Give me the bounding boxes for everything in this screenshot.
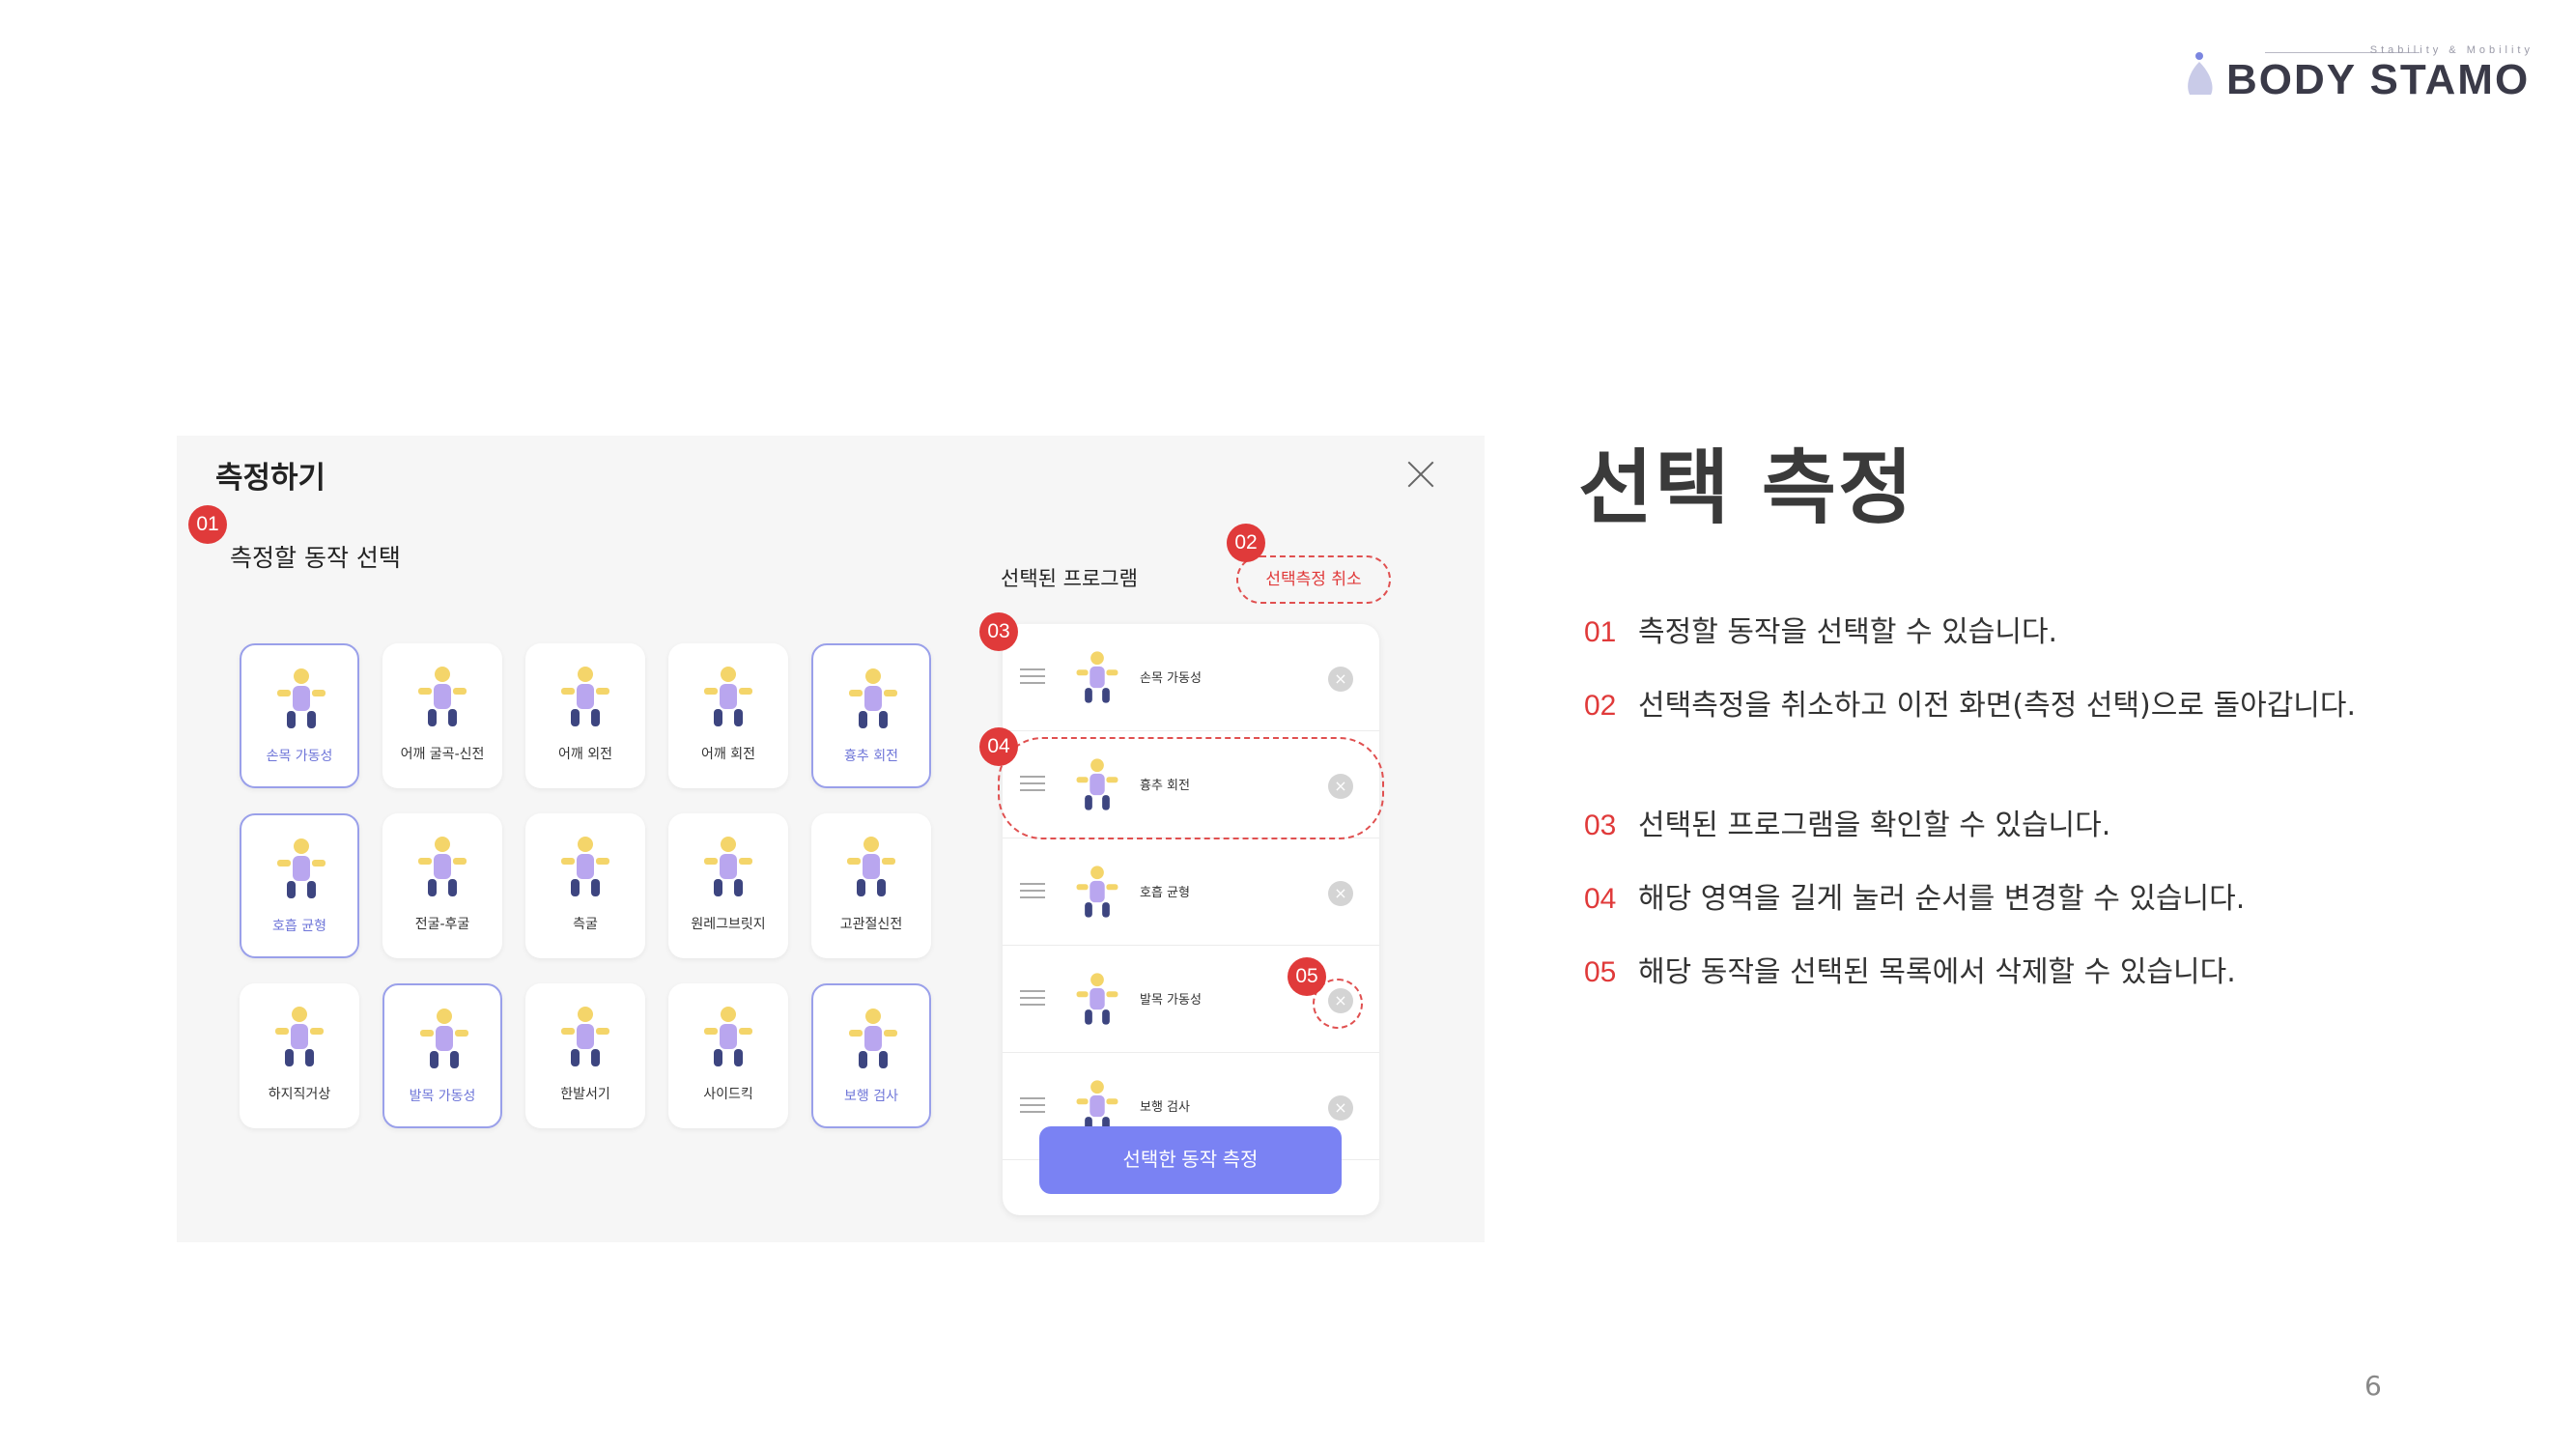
body-stamo-logo: Stability & Mobility BODY STAMO [2178,37,2545,104]
logo-wordmark: BODY STAMO [2226,56,2531,103]
description-text: 해당 영역을 길게 눌러 순서를 변경할 수 있습니다. [1638,882,2246,916]
delete-icon[interactable]: × [1328,881,1353,906]
program-item[interactable]: 손목 가동성 × [1003,624,1379,731]
page-number: 6 [2364,1370,2382,1402]
exercise-figure-icon [277,668,326,728]
logo-tagline: Stability & Mobility [2369,44,2534,56]
program-item-label: 발목 가동성 [1140,993,1202,1008]
exercise-card[interactable]: 고관절신전 [811,813,931,958]
description-number: 02 [1584,690,1617,722]
selected-program-list: 손목 가동성 × 흉추 회전 × 호흡 균형 × 발목 가동성 × 보행 검사 × 선택한 동작 측… [1003,624,1379,1215]
delete-icon[interactable]: × [1328,667,1353,692]
exercise-card[interactable]: 호흡 균형 [240,813,359,958]
exercise-label: 원레그브릿지 [691,917,766,932]
description-04: 04 해당 영역을 길게 눌러 순서를 변경할 수 있습니다. [1584,877,2357,922]
measure-dialog: 측정하기 01 측정할 동작 선택 손목 가동성 어깨 굴곡-신전 어깨 외전 어깨 … [177,436,1485,1242]
description-text: 선택측정을 취소하고 이전 화면(측정 선택)으로 돌아갑니다. [1638,689,2357,723]
section-title: 측정할 동작 선택 [230,544,401,572]
exercise-card[interactable]: 어깨 외전 [525,643,645,788]
description-number: 04 [1584,883,1617,915]
exercise-figure-icon [561,837,609,896]
cancel-selection-button[interactable]: 선택측정 취소 [1236,555,1391,604]
badge-01: 01 [188,505,227,544]
exercise-label: 어깨 외전 [558,747,612,762]
exercise-figure-icon [704,1007,752,1066]
program-title: 선택된 프로그램 [1001,567,1138,590]
exercise-figure-icon [275,1007,324,1066]
exercise-label: 보행 검사 [844,1089,898,1104]
exercise-card[interactable]: 원레그브릿지 [668,813,788,958]
exercise-card[interactable]: 사이드킥 [668,983,788,1128]
exercise-card[interactable]: 하지직거상 [240,983,359,1128]
description-number: 05 [1584,956,1617,988]
exercise-label: 어깨 회전 [701,747,755,762]
measure-selected-button[interactable]: 선택한 동작 측정 [1039,1126,1342,1194]
exercise-label: 전굴-후굴 [414,917,470,932]
exercise-card[interactable]: 흉추 회전 [811,643,931,788]
description-text: 해당 동작을 선택된 목록에서 삭제할 수 있습니다. [1638,955,2236,989]
badge-04: 04 [979,727,1018,766]
exercise-figure-icon [418,837,467,896]
description-01: 01 측정할 동작을 선택할 수 있습니다. [1584,611,2357,655]
badge-05: 05 [1288,957,1326,996]
description-text: 측정할 동작을 선택할 수 있습니다. [1638,615,2058,649]
program-item-label: 보행 검사 [1140,1100,1190,1115]
dialog-title: 측정하기 [215,461,326,496]
badge-02: 02 [1227,524,1265,562]
exercise-figure-icon [704,837,752,896]
program-item[interactable]: 호흡 균형 × [1003,838,1379,946]
exercise-label: 사이드킥 [703,1087,753,1102]
exercise-card[interactable]: 발목 가동성 [382,983,502,1128]
exercise-figure-icon [277,838,326,898]
program-item-label: 손목 가동성 [1140,671,1202,686]
drag-handle-icon[interactable] [1020,668,1045,686]
description-05: 05 해당 동작을 선택된 목록에서 삭제할 수 있습니다. [1584,951,2357,995]
program-item-label: 호흡 균형 [1140,886,1190,900]
exercise-label: 하지직거상 [268,1087,331,1102]
exercise-figure-icon [849,1009,897,1068]
exercise-label: 고관절신전 [839,917,903,932]
description-number: 01 [1584,616,1617,648]
badge-03: 03 [979,612,1018,651]
drag-handle-icon[interactable] [1020,1097,1045,1115]
exercise-card[interactable]: 손목 가동성 [240,643,359,788]
delete-icon[interactable]: × [1328,1095,1353,1121]
exercise-figure-icon [561,667,609,726]
exercise-figure-icon [1076,973,1118,1025]
exercise-figure-icon [1076,651,1118,703]
description-03: 03 선택된 프로그램을 확인할 수 있습니다. [1584,804,2357,848]
exercise-card[interactable]: 어깨 굴곡-신전 [382,643,502,788]
exercise-figure-icon [704,667,752,726]
exercise-card[interactable]: 측굴 [525,813,645,958]
exercise-label: 어깨 굴곡-신전 [400,747,485,762]
description-number: 03 [1584,810,1617,841]
exercise-card[interactable]: 한발서기 [525,983,645,1128]
drag-handle-icon[interactable] [1020,883,1045,900]
exercise-label: 흉추 회전 [844,749,898,764]
exercise-figure-icon [1076,866,1118,918]
exercise-figure-icon [418,667,467,726]
exercise-label: 손목 가동성 [266,749,333,764]
exercise-figure-icon [849,668,897,728]
exercise-figure-icon [561,1007,609,1066]
exercise-card[interactable]: 전굴-후굴 [382,813,502,958]
exercise-card[interactable]: 보행 검사 [811,983,931,1128]
reorder-highlight [998,737,1384,839]
exercise-figure-icon [847,837,895,896]
exercise-label: 호흡 균형 [272,919,326,934]
description-02: 02 선택측정을 취소하고 이전 화면(측정 선택)으로 돌아갑니다. [1584,684,2376,728]
description-text: 선택된 프로그램을 확인할 수 있습니다. [1638,809,2111,842]
close-button[interactable] [1401,455,1440,494]
exercise-card[interactable]: 어깨 회전 [668,643,788,788]
exercise-label: 한발서기 [560,1087,610,1102]
drag-handle-icon[interactable] [1020,990,1045,1008]
page-heading: 선택 측정 [1578,440,1915,535]
exercise-label: 발목 가동성 [409,1089,476,1104]
exercise-figure-icon [420,1009,468,1068]
exercise-label: 측굴 [573,917,598,932]
